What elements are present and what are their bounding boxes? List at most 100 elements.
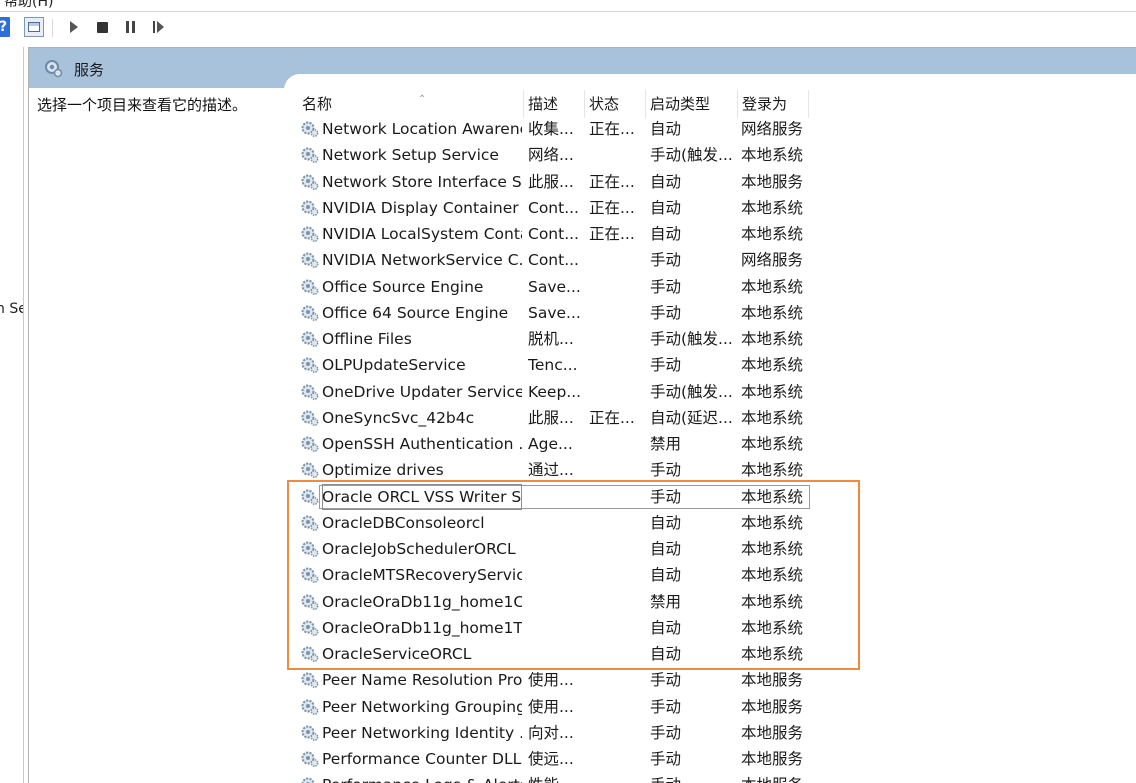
sort-ascending-icon: ⌃ [418, 94, 427, 105]
service-gear-icon [301, 226, 319, 242]
service-row[interactable]: Peer Networking Identity ... 向对... 手动 本地服务 [284, 720, 1136, 746]
service-logon-as: 本地服务 [741, 671, 804, 690]
service-name: Network Setup Service [322, 146, 499, 165]
service-row[interactable]: Office Source Engine Save... 手动 本地系统 [284, 274, 1136, 300]
service-row[interactable]: OracleDBConsoleorcl 自动 本地系统 [284, 510, 1136, 536]
pause-service-icon[interactable] [120, 17, 140, 37]
service-row[interactable]: OracleJobSchedulerORCL 自动 本地系统 [284, 536, 1136, 562]
start-service-icon[interactable] [64, 17, 84, 37]
service-name: OracleDBConsoleorcl [322, 513, 485, 532]
service-gear-icon [301, 384, 319, 400]
tree-item-services[interactable]: n Se [0, 301, 23, 317]
service-logon-as: 本地系统 [741, 592, 804, 611]
service-row[interactable]: OLPUpdateService Tenc... 手动 本地系统 [284, 352, 1136, 378]
service-row[interactable]: Peer Name Resolution Pro... 使用... 手动 本地服务 [284, 667, 1136, 693]
service-name: Network Location Awarene... [322, 120, 522, 138]
service-description: Save... [528, 303, 581, 322]
service-gear-icon [301, 646, 319, 662]
service-startup-type: 手动(触发... [650, 146, 733, 165]
menu-bar: 帮助(H) [0, 0, 1136, 12]
service-description: 使远... [528, 750, 574, 768]
service-logon-as: 本地系统 [741, 382, 804, 401]
service-gear-icon [301, 174, 319, 190]
service-description: Save... [528, 277, 581, 296]
help-icon[interactable]: ? [0, 17, 10, 37]
service-gear-icon [301, 541, 319, 557]
service-startup-type: 手动 [650, 697, 682, 716]
service-logon-as: 网络服务 [741, 120, 804, 138]
services-gear-icon [45, 60, 63, 78]
service-row[interactable]: OracleOraDb11g_home1C... 禁用 本地系统 [284, 589, 1136, 615]
service-row[interactable]: Network Location Awarene... 收集... 正在... 自动 网… [284, 116, 1136, 142]
service-description: 向对... [528, 723, 574, 742]
service-startup-type: 自动 [650, 225, 682, 243]
column-header-startup-type[interactable]: 启动类型 [646, 90, 738, 118]
service-logon-as: 本地系统 [741, 645, 804, 663]
service-description: 脱机... [528, 330, 574, 348]
service-logon-as: 网络服务 [741, 251, 804, 270]
service-logon-as: 本地系统 [741, 408, 804, 427]
service-gear-icon [301, 436, 319, 452]
service-name: OracleMTSRecoveryService [322, 566, 522, 585]
service-name: Peer Name Resolution Pro... [322, 671, 522, 690]
service-row[interactable]: Optimize drives 通过... 手动 本地系统 [284, 457, 1136, 483]
service-gear-icon [301, 200, 319, 216]
column-header-name[interactable]: 名称 ⌃ [298, 90, 524, 118]
service-startup-type: 手动 [650, 772, 740, 783]
stop-service-icon[interactable] [92, 17, 112, 37]
service-description: Age... [528, 435, 573, 453]
service-row[interactable]: Office 64 Source Engine Save... 手动 本地系统 [284, 300, 1136, 326]
service-gear-icon [301, 620, 319, 636]
pane-title: 服务 [74, 61, 105, 79]
service-startup-type: 手动 [650, 461, 682, 480]
service-row[interactable]: NVIDIA LocalSystem Conta... Cont... 正在... 自… [284, 221, 1136, 247]
service-logon-as: 本地系统 [741, 225, 804, 243]
service-startup-type: 手动 [650, 303, 682, 322]
services-pane: 服务 选择一个项目来查看它的描述。 名称 ⌃ 描述 状态 启动类型 登录为 Ne… [28, 47, 1136, 783]
service-row[interactable]: Performance Logs & Alerts 性能... 手动本地服务 [284, 772, 1136, 783]
service-logon-as: 本地系统 [741, 513, 804, 532]
service-name: OracleJobSchedulerORCL [322, 540, 516, 558]
column-header-logon-as[interactable]: 登录为 [738, 90, 809, 118]
service-row[interactable]: Oracle ORCL VSS Writer S... 手动 本地系统 [284, 483, 1136, 510]
console-tree-icon[interactable] [24, 17, 44, 37]
service-row[interactable]: Performance Counter DLL ... 使远... 手动 本地服务 [284, 746, 1136, 772]
service-gear-icon [301, 751, 319, 767]
service-name: Offline Files [322, 330, 412, 348]
service-row[interactable]: OracleOraDb11g_home1T... 自动 本地系统 [284, 615, 1136, 641]
service-gear-icon [301, 462, 319, 479]
service-startup-type: 自动 [650, 172, 682, 191]
service-row[interactable]: OracleMTSRecoveryService 自动 本地系统 [284, 562, 1136, 588]
service-gear-icon [301, 567, 319, 584]
service-name: Performance Logs & Alerts [322, 772, 522, 783]
service-row[interactable]: OpenSSH Authentication ... Age... 禁用 本地系统 [284, 431, 1136, 457]
service-row[interactable]: NVIDIA Display Container LS Cont... 正在... 自… [284, 195, 1136, 221]
service-startup-type: 手动 [650, 251, 682, 270]
service-logon-as: 本地系统 [741, 435, 804, 453]
service-logon-as: 本地系统 [741, 303, 804, 322]
service-row[interactable]: Network Setup Service 网络... 手动(触发... 本地系统 [284, 142, 1136, 168]
service-row[interactable]: Network Store Interface Se... 此服... 正在... 自… [284, 169, 1136, 195]
service-row[interactable]: Peer Networking Grouping 使用... 手动 本地服务 [284, 694, 1136, 720]
service-gear-icon [301, 725, 319, 741]
service-gear-icon [301, 331, 319, 347]
service-startup-type: 自动 [650, 645, 682, 663]
service-row[interactable]: Offline Files 脱机... 手动(触发... 本地系统 [284, 326, 1136, 352]
service-row[interactable]: OneSyncSvc_42b4c 此服... 正在... 自动(延迟... 本地系统 [284, 405, 1136, 431]
service-row[interactable]: OracleServiceORCL 自动 本地系统 [284, 641, 1136, 667]
service-logon-as: 本地服务 [741, 772, 821, 783]
service-startup-type: 自动 [650, 618, 682, 637]
service-row[interactable]: OneDrive Updater Service Keep... 手动(触发... 本… [284, 379, 1136, 405]
service-startup-type: 自动 [650, 566, 682, 585]
service-gear-icon [301, 252, 319, 269]
column-header-status[interactable]: 状态 [585, 90, 646, 118]
column-header-description[interactable]: 描述 [524, 90, 585, 118]
menu-help[interactable]: 帮助(H) [4, 0, 53, 11]
service-name: NVIDIA Display Container LS [322, 198, 522, 217]
service-startup-type: 手动(触发... [650, 330, 733, 348]
service-description: 此服... [528, 172, 574, 191]
service-startup-type: 手动 [650, 356, 682, 375]
restart-service-icon[interactable] [148, 17, 168, 37]
service-startup-type: 手动 [650, 277, 682, 296]
service-row[interactable]: NVIDIA NetworkService C... Cont... 手动 网络服务 [284, 247, 1136, 273]
